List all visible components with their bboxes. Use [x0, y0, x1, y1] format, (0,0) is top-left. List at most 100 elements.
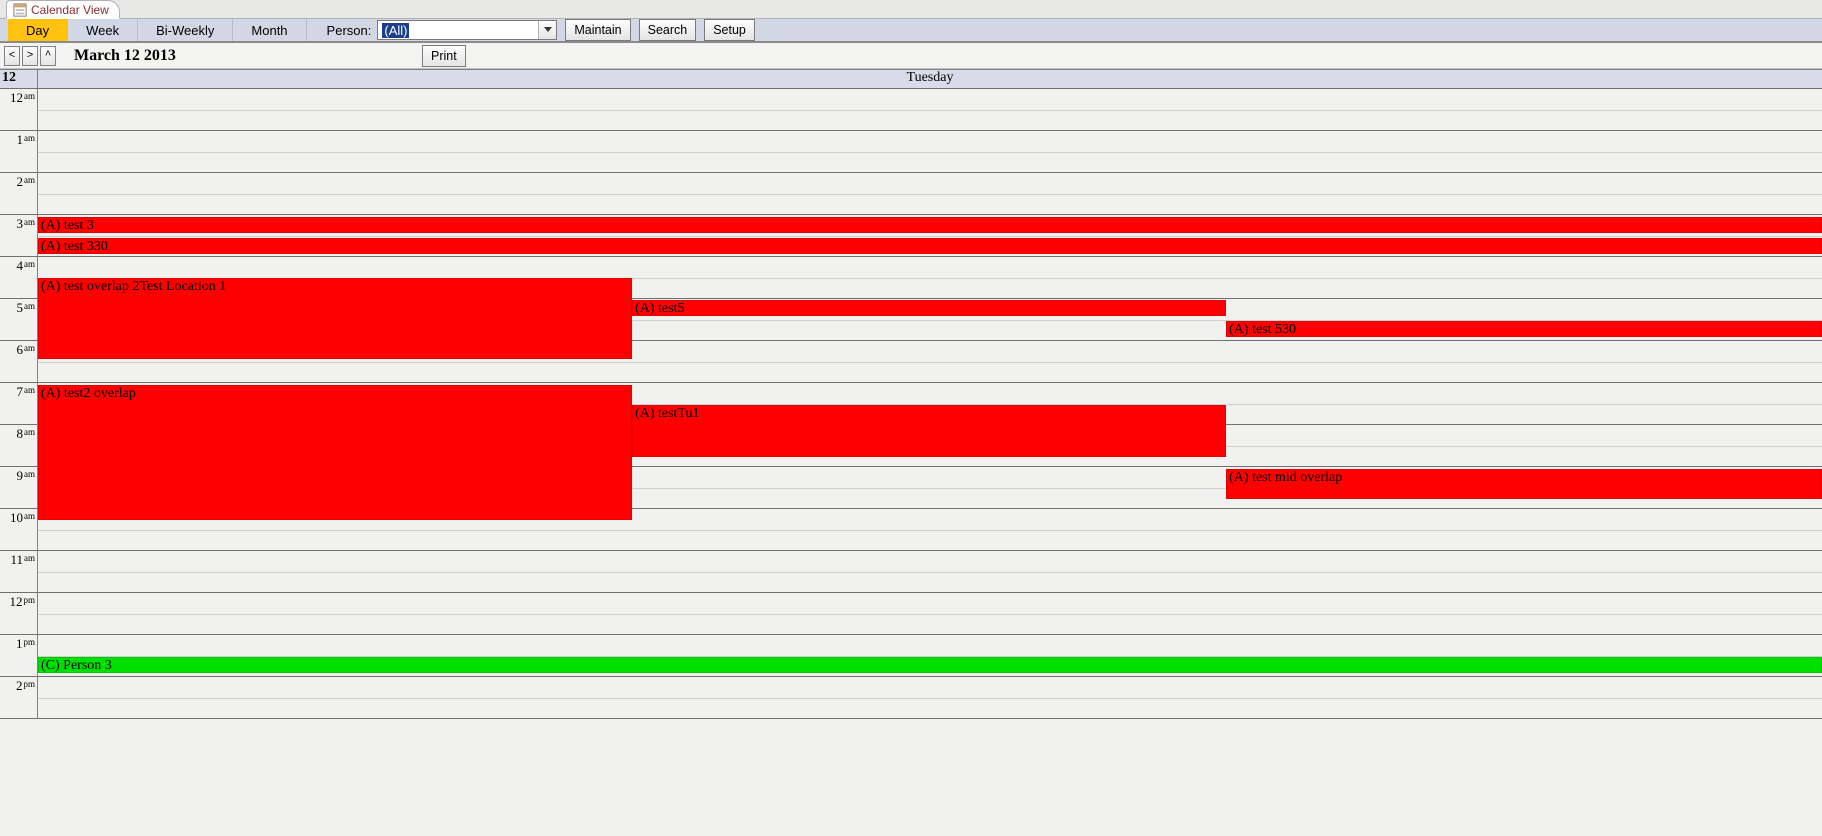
calendar-event[interactable]: (A) test2 overlap	[38, 385, 632, 520]
calendar-event-label: (A) test 3	[41, 218, 94, 233]
tab-month-label: Month	[251, 23, 287, 38]
tab-day-label: Day	[26, 23, 49, 38]
calendar-event-label: (A) test5	[635, 301, 684, 316]
calendar-event[interactable]: (A) test 3	[38, 217, 1822, 233]
person-combo-selected-text: (All)	[382, 23, 409, 38]
calendar-event-label: (A) test 330	[41, 239, 108, 254]
person-combo-value: (All)	[378, 21, 538, 39]
hour-ampm: am	[24, 469, 35, 479]
calendar-event-label: (C) Person 3	[41, 658, 112, 673]
next-button[interactable]: >	[22, 46, 38, 66]
search-button-label: Search	[648, 23, 688, 37]
hour-label: 11am	[0, 551, 38, 593]
setup-button-label: Setup	[713, 23, 746, 37]
calendar-event[interactable]: (A) test mid overlap	[1226, 469, 1822, 499]
hour-ampm: am	[24, 259, 35, 269]
hour-label: 12am	[0, 89, 38, 131]
chevron-down-icon	[544, 27, 552, 33]
person-combo-dropdown-button[interactable]	[538, 21, 556, 39]
calendar-area: 12am1am2am3am4am5am6am7am8am9am10am11am1…	[0, 89, 1822, 719]
hour-number: 1	[17, 132, 24, 148]
print-button[interactable]: Print	[422, 45, 466, 67]
print-button-label: Print	[431, 49, 457, 63]
hour-label: 12pm	[0, 593, 38, 635]
calendar-event-label: (A) test2 overlap	[41, 386, 136, 401]
person-filter-area: Person: (All) Maintain Search Setup	[307, 19, 761, 41]
events-layer: (A) test 3 (A) test 330 (A) test overlap 2…	[38, 89, 1822, 719]
tab-week-label: Week	[86, 23, 119, 38]
hour-ampm: am	[24, 175, 35, 185]
hour-label: 9am	[0, 467, 38, 509]
calendar-event[interactable]: (A) test 330	[38, 238, 1822, 254]
day-column-header: 12 Tuesday	[0, 69, 1822, 89]
calendar-event[interactable]: (A) test overlap 2Test Location 1	[38, 278, 632, 359]
hour-ampm: am	[24, 91, 35, 101]
calendar-event[interactable]: (A) test5	[632, 300, 1226, 316]
calendar-event[interactable]: (C) Person 3	[38, 657, 1822, 673]
setup-button[interactable]: Setup	[704, 19, 755, 41]
hour-label: 3am	[0, 215, 38, 257]
hour-number: 9	[17, 468, 24, 484]
hour-ampm: pm	[23, 637, 35, 647]
hour-number: 2	[16, 678, 23, 694]
hour-label: 5am	[0, 299, 38, 341]
tab-week[interactable]: Week	[68, 19, 138, 41]
hour-number: 10	[10, 510, 23, 526]
calendar-event-label: (A) test overlap 2Test Location 1	[41, 279, 226, 294]
tab-biweekly[interactable]: Bi-Weekly	[138, 19, 233, 41]
hour-ampm: pm	[23, 679, 35, 689]
search-button[interactable]: Search	[639, 19, 697, 41]
tab-day[interactable]: Day	[8, 19, 68, 41]
toolbar-fill	[761, 19, 1822, 41]
hour-label: 4am	[0, 257, 38, 299]
hour-number: 1	[16, 636, 23, 652]
hour-label: 2am	[0, 173, 38, 215]
document-tab-label: Calendar View	[31, 3, 109, 17]
form-icon	[13, 3, 27, 17]
document-tab-calendar-view[interactable]: Calendar View	[6, 0, 120, 19]
hour-number: 7	[17, 384, 24, 400]
hour-label: 10am	[0, 509, 38, 551]
document-tab-bar: Calendar View	[0, 0, 1822, 19]
calendar-event[interactable]: (A) test 530	[1226, 321, 1822, 337]
hour-number: 2	[17, 174, 24, 190]
person-combo[interactable]: (All)	[377, 20, 557, 40]
date-nav-bar: < > ^ March 12 2013 Print	[0, 43, 1822, 69]
hour-number: 12	[9, 594, 22, 610]
calendar-event-label: (A) test 530	[1229, 322, 1296, 337]
day-header-name: Tuesday	[38, 70, 1822, 88]
hour-number: 8	[17, 426, 24, 442]
spacer	[0, 19, 8, 41]
hour-ampm: am	[24, 553, 35, 563]
date-title: March 12 2013	[74, 47, 176, 65]
maintain-button-label: Maintain	[574, 23, 621, 37]
hour-ampm: am	[24, 511, 35, 521]
hour-number: 4	[17, 258, 24, 274]
prev-button[interactable]: <	[4, 46, 20, 66]
hour-ampm: am	[24, 133, 35, 143]
today-button[interactable]: ^	[40, 46, 56, 66]
hour-ampm: am	[24, 427, 35, 437]
hour-label: 6am	[0, 341, 38, 383]
maintain-button[interactable]: Maintain	[565, 19, 630, 41]
tab-biweekly-label: Bi-Weekly	[156, 23, 214, 38]
prev-button-label: <	[9, 50, 16, 62]
calendar-event-label: (A) test mid overlap	[1229, 470, 1342, 485]
hour-label: 7am	[0, 383, 38, 425]
hour-label: 1am	[0, 131, 38, 173]
calendar-event[interactable]: (A) testTu1	[632, 405, 1226, 457]
hour-number: 12	[10, 90, 23, 106]
calendar-event-label: (A) testTu1	[635, 406, 699, 421]
hour-number: 5	[17, 300, 24, 316]
hour-ampm: am	[24, 301, 35, 311]
next-button-label: >	[27, 50, 34, 62]
day-header-number: 12	[0, 70, 38, 88]
today-button-label: ^	[45, 50, 52, 62]
hour-ampm: am	[24, 217, 35, 227]
tab-month[interactable]: Month	[233, 19, 306, 41]
hour-label: 2pm	[0, 677, 38, 719]
hour-ampm: am	[24, 343, 35, 353]
view-tabs: Day Week Bi-Weekly Month Person: (All) M…	[0, 19, 1822, 43]
hour-label: 1pm	[0, 635, 38, 677]
hour-number: 11	[10, 552, 23, 568]
